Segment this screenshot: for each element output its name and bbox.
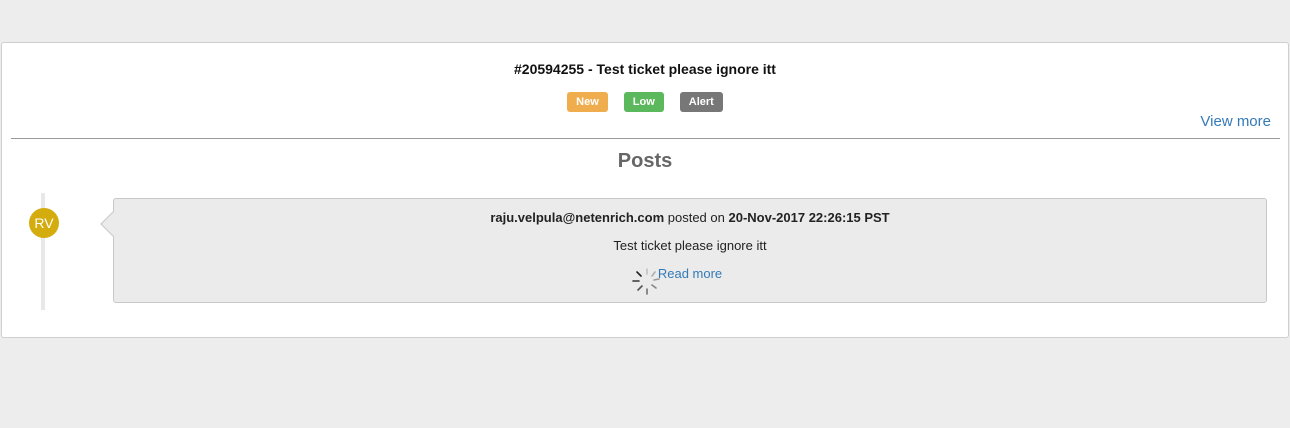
view-more-link[interactable]: View more [1200, 113, 1271, 130]
post-item: raju.velpula@netenrich.com posted on 20-… [100, 198, 1267, 303]
priority-badge: Low [623, 92, 664, 112]
type-badge: Alert [679, 92, 723, 112]
ticket-title: #20594255 - Test ticket please ignore it… [514, 61, 776, 77]
avatar: RV [29, 208, 59, 238]
post-timestamp: 20-Nov-2017 22:26:15 PST [728, 210, 890, 225]
ticket-badges: New Low Alert [2, 92, 1288, 112]
post-posted-on: posted on [667, 210, 725, 225]
spinner-icon [632, 268, 660, 295]
post-meta: raju.velpula@netenrich.com posted on 20-… [114, 210, 1266, 225]
post-author: raju.velpula@netenrich.com [490, 210, 665, 225]
posts-heading: Posts [617, 150, 673, 172]
post-body: Test ticket please ignore itt [613, 238, 767, 253]
ticket-card: #20594255 - Test ticket please ignore it… [1, 42, 1289, 338]
divider [11, 138, 1280, 139]
read-more-link[interactable]: Read more [114, 266, 1266, 281]
status-badge: New [567, 92, 608, 112]
